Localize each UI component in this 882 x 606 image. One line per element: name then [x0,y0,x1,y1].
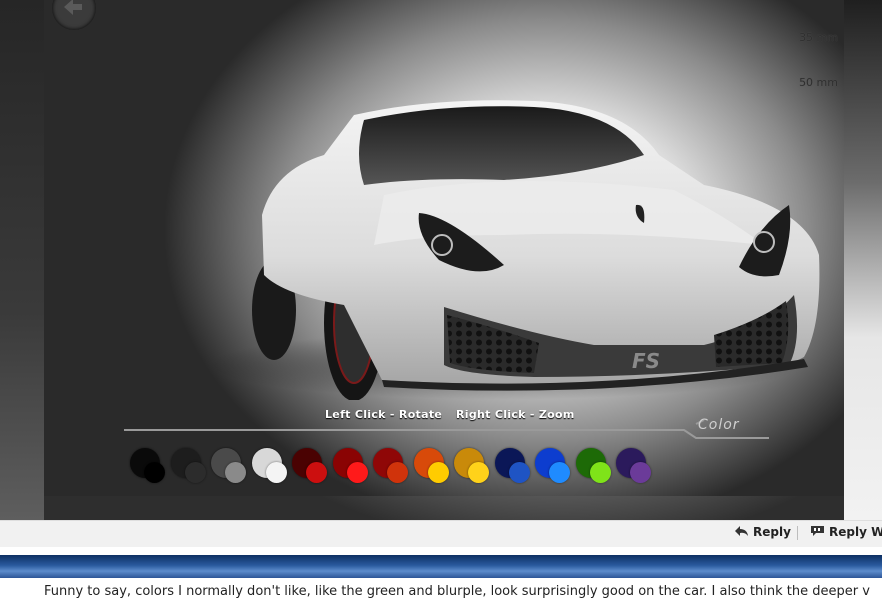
swatch-accent-dot [306,462,327,483]
swatch-accent-dot [630,462,651,483]
swatch-gold[interactable] [454,448,494,488]
reply-button[interactable]: Reply [734,525,791,539]
swatch-accent-dot [225,462,246,483]
swatch-accent-dot [144,462,165,483]
swatch-crimson[interactable] [373,448,413,488]
swatch-dark-red[interactable] [292,448,332,488]
swatch-dark-gray[interactable] [170,448,211,488]
swatch-white[interactable] [251,448,292,488]
swatch-accent-dot [589,462,611,483]
post-text-line: Funny to say, colors I normally don't li… [44,584,870,599]
swatch-accent-dot [346,462,368,483]
swatch-accent-dot [265,462,287,483]
car-configurator-viewer[interactable]: 35 mm 50 mm FS Left Click - Rotate Right… [44,0,844,496]
post-body: Funny to say, colors I normally don't li… [44,583,882,600]
swatch-gray[interactable] [211,448,251,488]
reply-with-quote-label: Reply Wit [829,525,882,539]
focal-35mm-button[interactable]: 35 mm [799,31,838,44]
swatch-accent-dot [508,462,530,483]
swatch-black[interactable] [130,448,170,488]
action-separator [797,526,798,540]
back-arrow-icon [64,0,82,15]
back-button[interactable] [52,0,96,30]
color-label: Color [698,417,740,433]
car-model[interactable]: FS [204,95,824,400]
swatch-accent-dot [387,462,408,483]
reply-with-quote-button[interactable]: Reply Wit [810,525,882,539]
quote-bubble-icon [811,526,824,536]
swatch-accent-dot [468,462,489,483]
page-background-left [0,0,44,520]
swatch-red[interactable] [332,448,373,488]
swatch-accent-dot [184,462,206,483]
fs-badge: FS [632,349,660,373]
focal-50mm-button[interactable]: 50 mm [799,76,838,89]
swatch-accent-dot [549,462,570,483]
reply-arrow-icon [735,526,748,536]
swatch-orange[interactable] [413,448,454,488]
color-swatches [130,448,690,488]
swatch-navy[interactable] [494,448,535,488]
page-background-right [844,0,882,520]
color-divider-line [124,420,769,439]
swatch-green[interactable] [575,448,616,488]
swatch-blue[interactable] [535,448,575,488]
swatch-purple[interactable] [616,448,656,488]
reply-label: Reply [753,525,791,539]
post-header-bar [0,555,882,578]
swatch-accent-dot [427,462,449,483]
